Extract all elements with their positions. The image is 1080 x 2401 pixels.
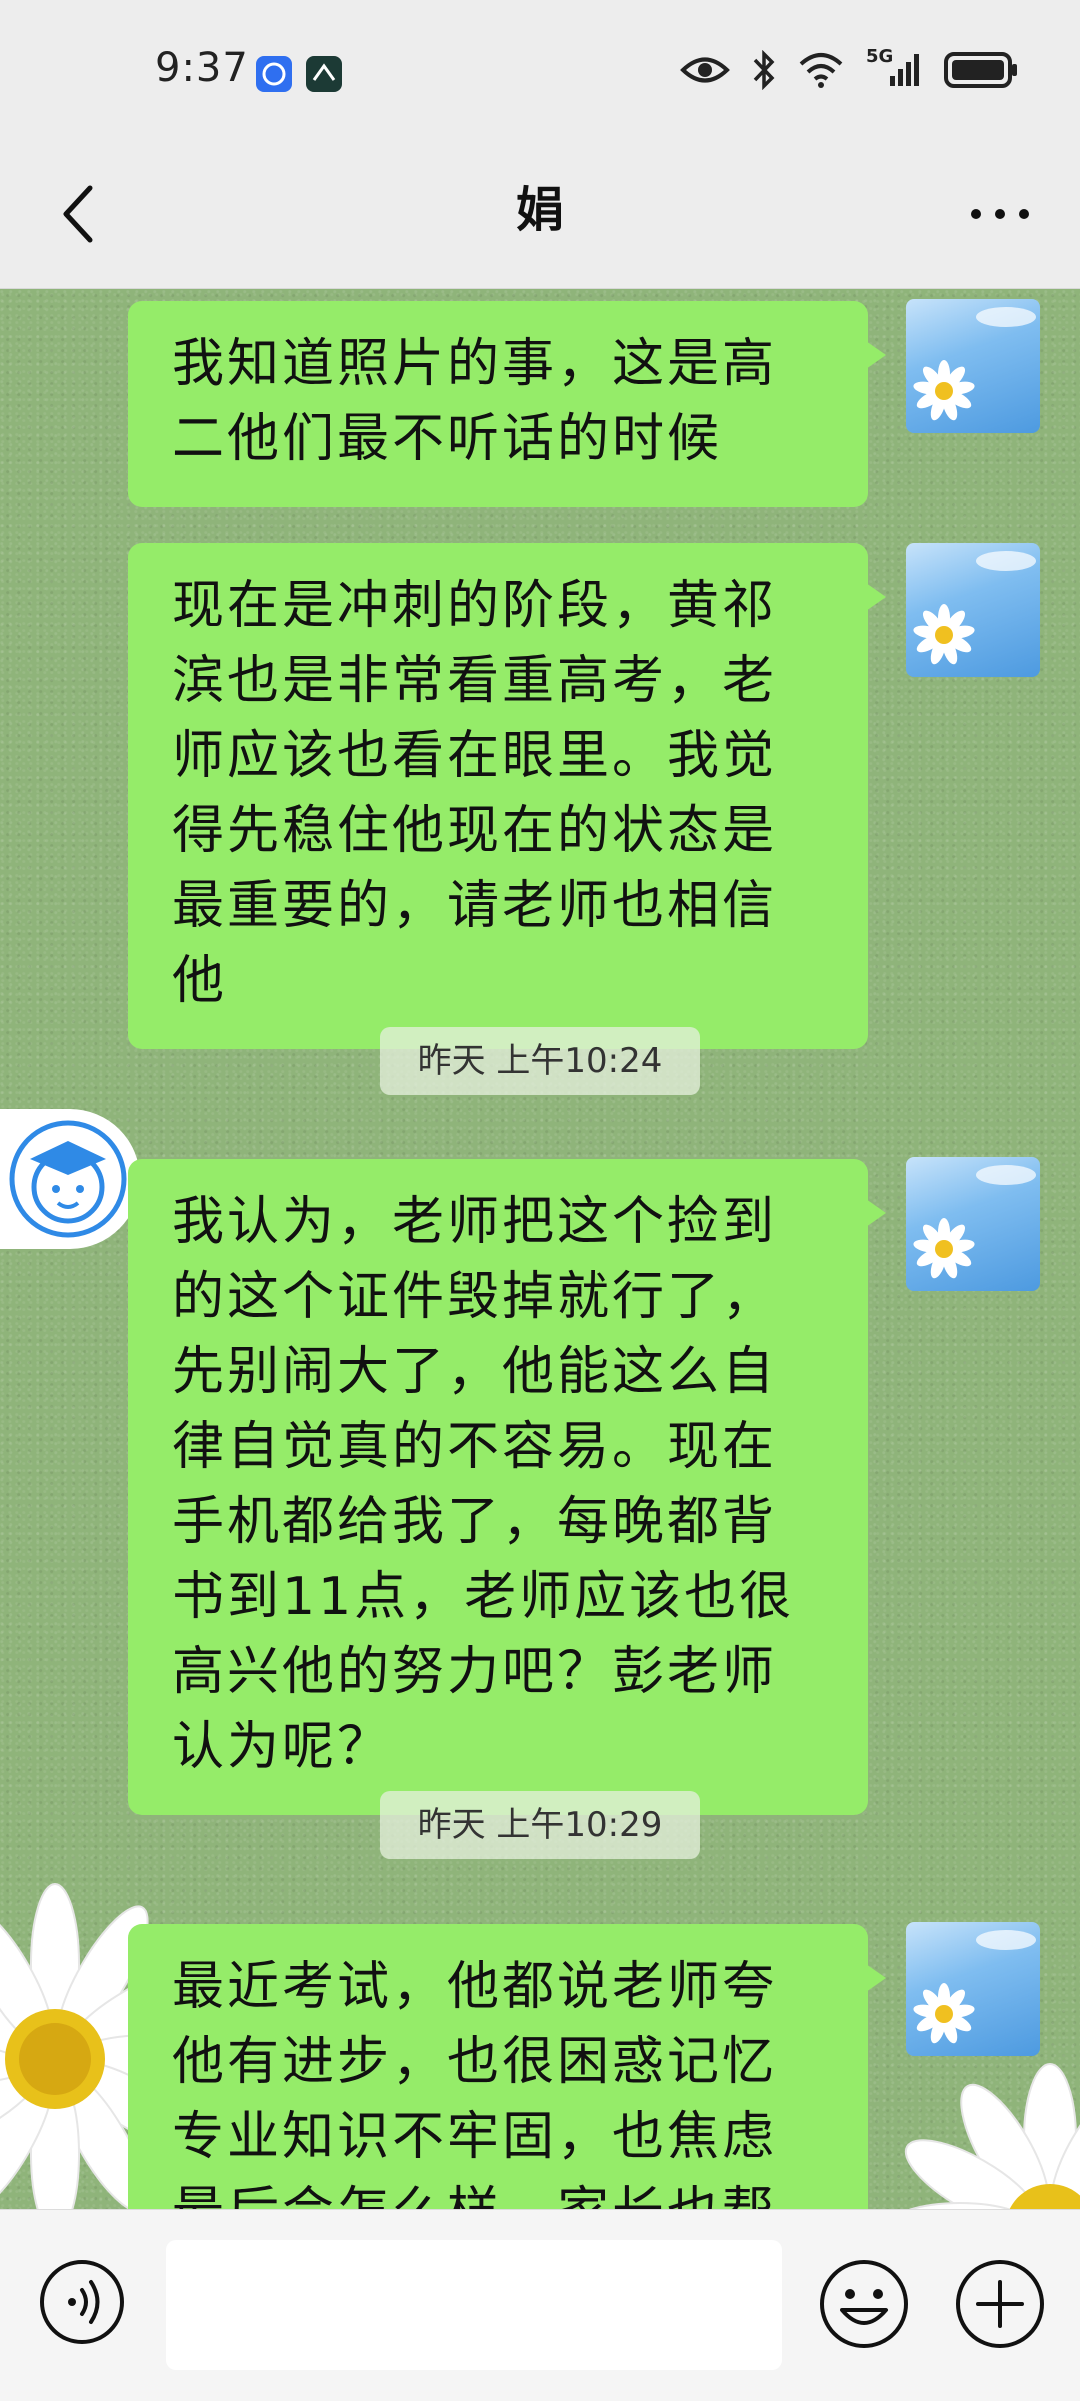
wifi-icon xyxy=(799,53,843,88)
message-input-bar xyxy=(0,2209,1080,2401)
eye-icon xyxy=(680,57,730,83)
app-notification-icon-2 xyxy=(306,56,342,92)
user-avatar[interactable] xyxy=(906,1157,1040,1291)
user-avatar[interactable] xyxy=(906,543,1040,677)
emoji-icon[interactable] xyxy=(818,2258,910,2350)
bluetooth-icon xyxy=(753,50,775,90)
message-input[interactable] xyxy=(166,2240,782,2370)
message-bubble[interactable]: 我知道照片的事，这是高二他们最不听话的时候 xyxy=(128,301,886,507)
chat-header: 娟 xyxy=(0,140,1080,289)
message-timestamp: 昨天 上午10:24 xyxy=(380,1027,700,1095)
more-icon[interactable] xyxy=(960,176,1040,252)
message-text: 最近考试，他都说老师夸他有进步，也很困惑记忆专业知识不牢固，也焦虑最后会怎么样…… xyxy=(172,1957,778,2209)
signal-icon: 5G xyxy=(866,46,922,90)
floating-assistant-button[interactable] xyxy=(0,1109,140,1249)
status-bar: 9:37 5G xyxy=(0,0,1080,140)
status-time: 9:37 xyxy=(155,45,249,91)
chat-messages[interactable]: 我知道照片的事，这是高二他们最不听话的时候 现在是冲刺的阶段，黄祁滨也是非常看重… xyxy=(0,289,1080,2209)
message-text: 我知道照片的事，这是高二他们最不听话的时候 xyxy=(172,334,778,469)
message-timestamp: 昨天 上午10:29 xyxy=(380,1791,700,1859)
daisy-decoration xyxy=(884,2063,1080,2209)
app-notification-icon xyxy=(256,56,292,92)
plus-icon[interactable] xyxy=(954,2258,1046,2350)
message-bubble[interactable]: 最近考试，他都说老师夸他有进步，也很困惑记忆专业知识不牢固，也焦虑最后会怎么样…… xyxy=(128,1924,886,2209)
user-avatar[interactable] xyxy=(906,1922,1040,2056)
message-text: 现在是冲刺的阶段，黄祁滨也是非常看重高考，老师应该也看在眼里。我觉得先稳住他现在… xyxy=(172,576,778,1011)
message-bubble[interactable]: 我认为，老师把这个捡到的这个证件毁掉就行了，先别闹大了，他能这么自律自觉真的不容… xyxy=(128,1159,886,1815)
user-avatar[interactable] xyxy=(906,299,1040,433)
chat-title: 娟 xyxy=(515,182,564,238)
battery-icon xyxy=(944,52,1017,88)
voice-icon[interactable] xyxy=(38,2258,126,2346)
message-bubble[interactable]: 现在是冲刺的阶段，黄祁滨也是非常看重高考，老师应该也看在眼里。我觉得先稳住他现在… xyxy=(128,543,886,1049)
message-text: 我认为，老师把这个捡到的这个证件毁掉就行了，先别闹大了，他能这么自律自觉真的不容… xyxy=(172,1192,795,1777)
